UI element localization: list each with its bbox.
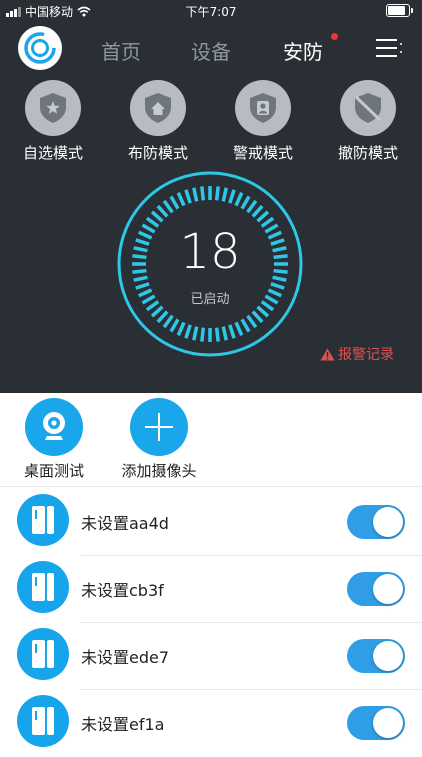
gauge-tick bbox=[184, 189, 192, 204]
battery-icon bbox=[386, 4, 413, 17]
gauge-tick bbox=[214, 186, 220, 201]
mode-arm[interactable]: 布防模式 bbox=[113, 80, 203, 163]
status-time: 下午7:07 bbox=[185, 5, 237, 19]
tab-home[interactable]: 首页 bbox=[101, 36, 141, 65]
gauge-tick bbox=[221, 326, 228, 341]
gauge-tick bbox=[162, 314, 174, 329]
device-name: 未设置cb3f bbox=[81, 581, 164, 600]
gauge-tick bbox=[240, 195, 251, 210]
menu-icon[interactable] bbox=[376, 38, 402, 58]
action-label: 添加摄像头 bbox=[121, 462, 197, 480]
alarm-record-label: 报警记录 bbox=[338, 347, 394, 363]
gauge-tick bbox=[228, 324, 236, 339]
gauge-tick bbox=[176, 321, 186, 336]
gauge-tick bbox=[184, 324, 192, 339]
gauge-tick bbox=[256, 305, 270, 318]
gauge-tick bbox=[221, 187, 228, 202]
plus-icon bbox=[145, 413, 173, 441]
gauge-tick bbox=[240, 318, 251, 333]
device-row[interactable]: 未设置ef1a bbox=[0, 690, 422, 757]
app-logo[interactable] bbox=[18, 26, 62, 70]
door-sensor-icon bbox=[17, 561, 69, 613]
divider bbox=[0, 486, 422, 487]
home-shield-icon bbox=[145, 93, 171, 123]
gauge-tick bbox=[156, 310, 169, 324]
armed-label: 已启动 bbox=[190, 292, 230, 307]
door-sensor-icon bbox=[17, 494, 69, 546]
device-row[interactable]: 未设置ede7 bbox=[0, 623, 422, 690]
notification-dot bbox=[331, 33, 338, 40]
mode-label: 自选模式 bbox=[22, 144, 83, 162]
mode-alert[interactable]: 警戒模式 bbox=[218, 80, 308, 163]
device-row[interactable]: 未设置aa4d bbox=[0, 489, 422, 556]
gauge-tick bbox=[156, 204, 169, 218]
gauge-tick bbox=[228, 189, 236, 204]
tab-security[interactable]: 安防 bbox=[283, 36, 323, 65]
gauge-tick bbox=[246, 314, 258, 329]
logo-icon bbox=[24, 32, 56, 64]
mode-custom[interactable]: 自选模式 bbox=[8, 80, 98, 163]
gauge-tick bbox=[169, 195, 180, 210]
mode-disarm[interactable]: 撤防模式 bbox=[323, 80, 413, 163]
gauge-tick bbox=[251, 310, 264, 324]
desktop-test-button[interactable]: 桌面测试 bbox=[22, 398, 86, 481]
gauge-tick bbox=[214, 327, 220, 342]
disarm-shield-icon bbox=[354, 93, 382, 123]
status-bar: 中国移动 下午7:07 bbox=[0, 0, 422, 22]
star-shield-icon bbox=[40, 93, 66, 123]
warning-icon bbox=[320, 348, 335, 360]
gauge-tick bbox=[192, 326, 199, 341]
action-label: 桌面测试 bbox=[23, 462, 84, 480]
add-camera-button[interactable]: 添加摄像头 bbox=[117, 398, 201, 481]
gauge-tick bbox=[200, 186, 206, 201]
gauge-tick bbox=[176, 192, 186, 207]
gauge-tick bbox=[234, 321, 244, 336]
device-toggle[interactable] bbox=[347, 505, 405, 539]
door-sensor-icon bbox=[17, 695, 69, 747]
device-name: 未设置aa4d bbox=[81, 514, 169, 533]
gauge-tick bbox=[150, 210, 164, 223]
gauge-tick bbox=[256, 210, 270, 223]
door-sensor-icon bbox=[17, 628, 69, 680]
tab-devices[interactable]: 设备 bbox=[191, 36, 231, 65]
gauge-tick bbox=[234, 192, 244, 207]
device-toggle[interactable] bbox=[347, 572, 405, 606]
mode-label: 布防模式 bbox=[127, 144, 188, 162]
mode-label: 警戒模式 bbox=[232, 144, 293, 162]
gauge-tick bbox=[200, 327, 206, 342]
gauge-tick bbox=[246, 199, 258, 214]
camera-icon bbox=[43, 412, 65, 440]
gauge-tick bbox=[192, 187, 199, 202]
gauge-tick bbox=[169, 318, 180, 333]
armed-count: 18 bbox=[179, 224, 241, 280]
device-row[interactable]: 未设置cb3f bbox=[0, 556, 422, 623]
device-toggle[interactable] bbox=[347, 639, 405, 673]
mode-label: 撤防模式 bbox=[337, 144, 398, 162]
gauge-tick bbox=[150, 305, 164, 318]
person-shield-icon bbox=[250, 93, 276, 123]
device-toggle[interactable] bbox=[347, 706, 405, 740]
device-name: 未设置ef1a bbox=[81, 715, 165, 734]
alarm-record-link[interactable]: 报警记录 bbox=[320, 344, 394, 364]
gauge-tick bbox=[162, 199, 174, 214]
gauge-tick bbox=[251, 204, 264, 218]
device-name: 未设置ede7 bbox=[81, 648, 170, 667]
